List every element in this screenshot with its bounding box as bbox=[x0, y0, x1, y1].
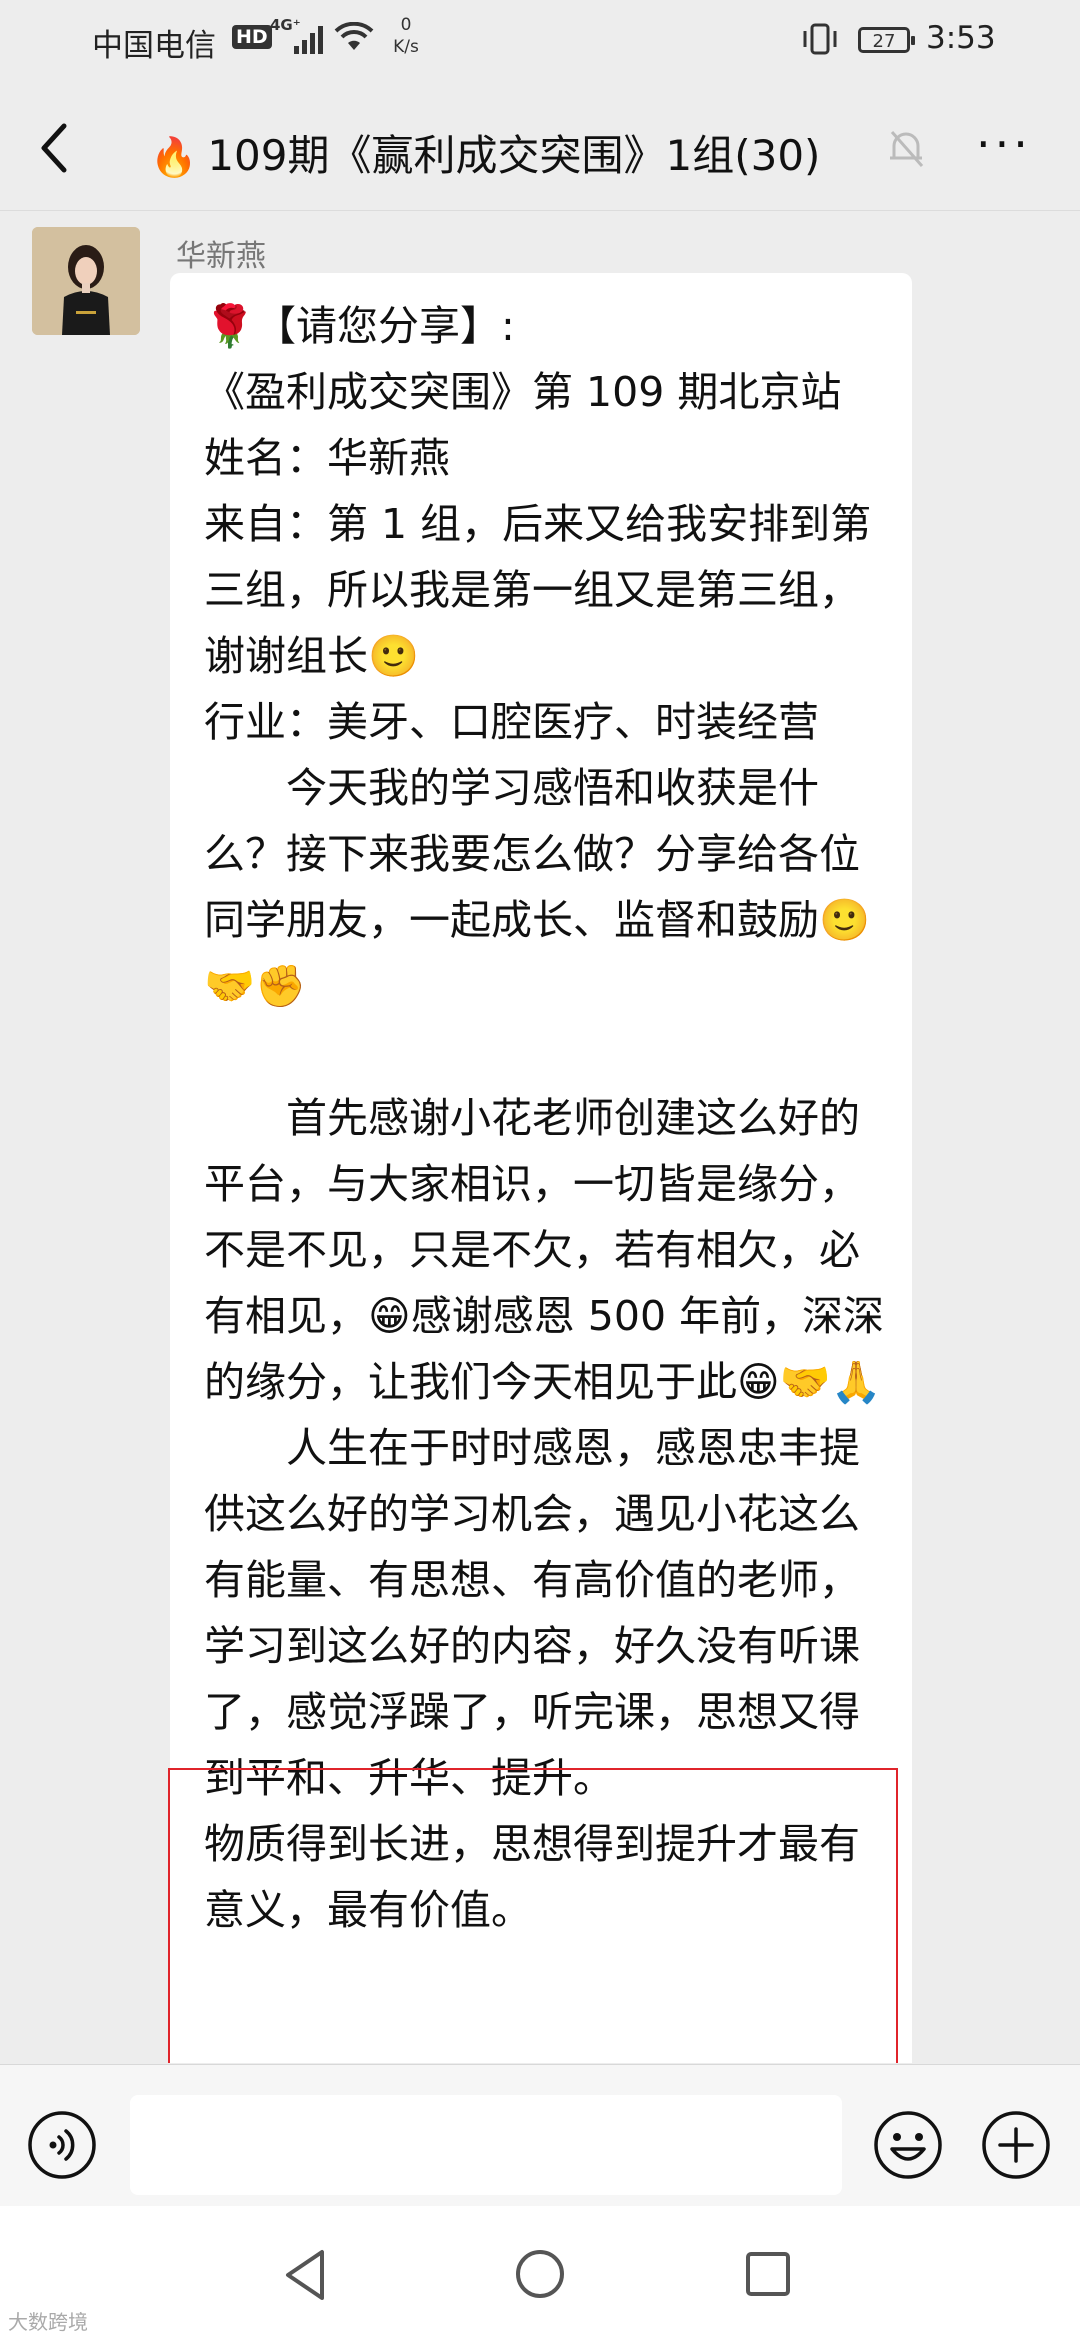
system-nav-bar: 大数跨境 bbox=[0, 2206, 1080, 2340]
more-options-button[interactable]: ··· bbox=[976, 121, 1032, 167]
avatar[interactable] bbox=[32, 227, 140, 335]
message-text: 🌹【请您分享】: 《盈利成交突围》第 109 期北京站 姓名：华新燕 来自：第 … bbox=[204, 302, 885, 1934]
highlight-box bbox=[168, 1768, 898, 2063]
nav-back-icon[interactable] bbox=[282, 2248, 332, 2302]
chat-title-text: 109期《赢利成交突围》1组(30) bbox=[207, 131, 821, 180]
clock: 3:53 bbox=[926, 20, 996, 56]
vibrate-icon bbox=[803, 23, 837, 55]
carrier-label: 中国电信 bbox=[92, 28, 216, 64]
back-arrow-icon[interactable] bbox=[30, 118, 80, 178]
avatar-photo bbox=[32, 227, 140, 335]
chat-area[interactable]: 华新燕 🌹【请您分享】: 《盈利成交突围》第 109 期北京站 姓名：华新燕 来… bbox=[0, 211, 1080, 2063]
network-speed: 0 K/s bbox=[388, 14, 424, 58]
nav-recent-icon[interactable] bbox=[744, 2250, 792, 2298]
wifi-icon bbox=[334, 22, 374, 50]
message-input[interactable] bbox=[130, 2095, 842, 2195]
chat-title: 🔥 109期《赢利成交突围》1组(30) bbox=[150, 122, 820, 183]
plus-icon[interactable] bbox=[980, 2109, 1052, 2181]
fire-icon: 🔥 bbox=[150, 135, 198, 179]
watermark: 大数跨境 bbox=[8, 2310, 88, 2334]
sender-name: 华新燕 bbox=[176, 239, 266, 274]
muted-bell-icon bbox=[890, 131, 924, 167]
nav-home-icon[interactable] bbox=[514, 2248, 566, 2300]
signal-icon bbox=[294, 26, 323, 54]
emoji-icon[interactable] bbox=[872, 2109, 944, 2181]
chat-header: 🔥 109期《赢利成交突围》1组(30) ··· bbox=[0, 84, 1080, 211]
status-bar: 中国电信 HD 4G⁺ 0 K/s 27 3:53 bbox=[0, 0, 1080, 84]
speed-unit: K/s bbox=[393, 37, 419, 57]
battery-icon: 27 bbox=[858, 27, 915, 53]
input-bar bbox=[0, 2064, 1080, 2207]
speed-value: 0 bbox=[400, 15, 412, 35]
voice-input-icon[interactable] bbox=[26, 2109, 98, 2181]
hd-badge: HD bbox=[232, 25, 272, 49]
